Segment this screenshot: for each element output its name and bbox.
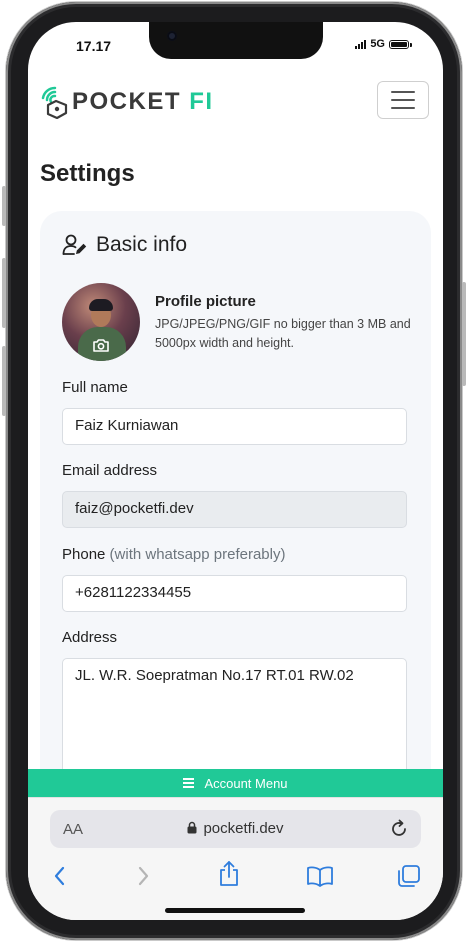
status-indicators: 5G — [355, 38, 412, 50]
logo-text: POCKET FI — [72, 88, 214, 116]
url-display[interactable]: pocketfi.dev — [50, 820, 421, 837]
address-bar[interactable]: AA pocketfi.dev — [50, 810, 421, 848]
address-label: Address — [62, 629, 118, 646]
bookmarks-icon[interactable] — [306, 864, 334, 888]
basic-info-title: Basic info — [96, 233, 188, 256]
navbar: POCKET FI — [28, 77, 443, 127]
basic-info-card: Basic info Profile picture JPG/JPEG/PNG/… — [40, 211, 431, 831]
hamburger-icon-line — [391, 107, 415, 109]
reload-icon[interactable] — [389, 819, 409, 839]
signal-icon — [355, 39, 367, 49]
share-icon[interactable] — [217, 860, 241, 888]
profile-picture-description: JPG/JPEG/PNG/GIF no bigger than 3 MB and… — [155, 317, 411, 350]
account-menu-label: Account Menu — [204, 775, 288, 791]
account-menu-bar[interactable]: Account Menu — [28, 769, 443, 797]
browser-toolbar: AA pocketfi.dev — [28, 797, 443, 920]
lock-icon — [187, 821, 197, 834]
network-type: 5G — [370, 38, 385, 50]
hamburger-icon-line — [391, 91, 415, 93]
hamburger-icon-line — [391, 99, 415, 101]
tabs-icon[interactable] — [397, 864, 421, 888]
user-edit-icon — [62, 234, 87, 255]
email-label: Email address — [62, 462, 158, 479]
phone-input[interactable]: +6281122334455 — [62, 575, 407, 612]
screen: 17.17 5G POCKET FI Settings Basic info P… — [28, 22, 443, 920]
wifi-key-icon — [41, 86, 68, 119]
profile-avatar[interactable] — [62, 283, 140, 361]
logo[interactable]: POCKET FI — [40, 85, 214, 119]
menu-toggle-button[interactable] — [377, 81, 429, 119]
phone-label: Phone (with whatsapp preferably) — [62, 546, 285, 563]
camera-icon[interactable] — [92, 338, 110, 353]
phone-power-button — [462, 282, 466, 386]
front-camera — [167, 31, 177, 41]
page-title: Settings — [40, 160, 135, 187]
full-name-label: Full name — [62, 379, 128, 396]
phone-label-hint: (with whatsapp preferably) — [109, 546, 286, 563]
full-name-input[interactable]: Faiz Kurniawan — [62, 408, 407, 445]
back-icon[interactable] — [52, 864, 68, 888]
phone-volume-up — [2, 258, 6, 328]
home-indicator[interactable] — [165, 908, 305, 913]
basic-info-header: Basic info — [62, 233, 187, 257]
avatar-hair — [89, 299, 113, 311]
address-textarea[interactable]: JL. W.R. Soepratman No.17 RT.01 RW.02 — [62, 658, 407, 778]
status-time: 17.17 — [76, 38, 112, 54]
hamburger-icon — [183, 778, 195, 788]
phone-label-text: Phone — [62, 546, 106, 563]
profile-picture-title: Profile picture — [155, 293, 256, 310]
forward-icon[interactable] — [135, 864, 151, 888]
url-text: pocketfi.dev — [203, 820, 284, 837]
logo-text-accent: FI — [189, 88, 214, 115]
battery-icon — [389, 39, 412, 49]
phone-volume-down — [2, 346, 6, 416]
phone-silent-switch — [2, 186, 6, 226]
email-input: faiz@pocketfi.dev — [62, 491, 407, 528]
logo-text-main: POCKET — [72, 88, 182, 115]
notch — [149, 22, 323, 59]
